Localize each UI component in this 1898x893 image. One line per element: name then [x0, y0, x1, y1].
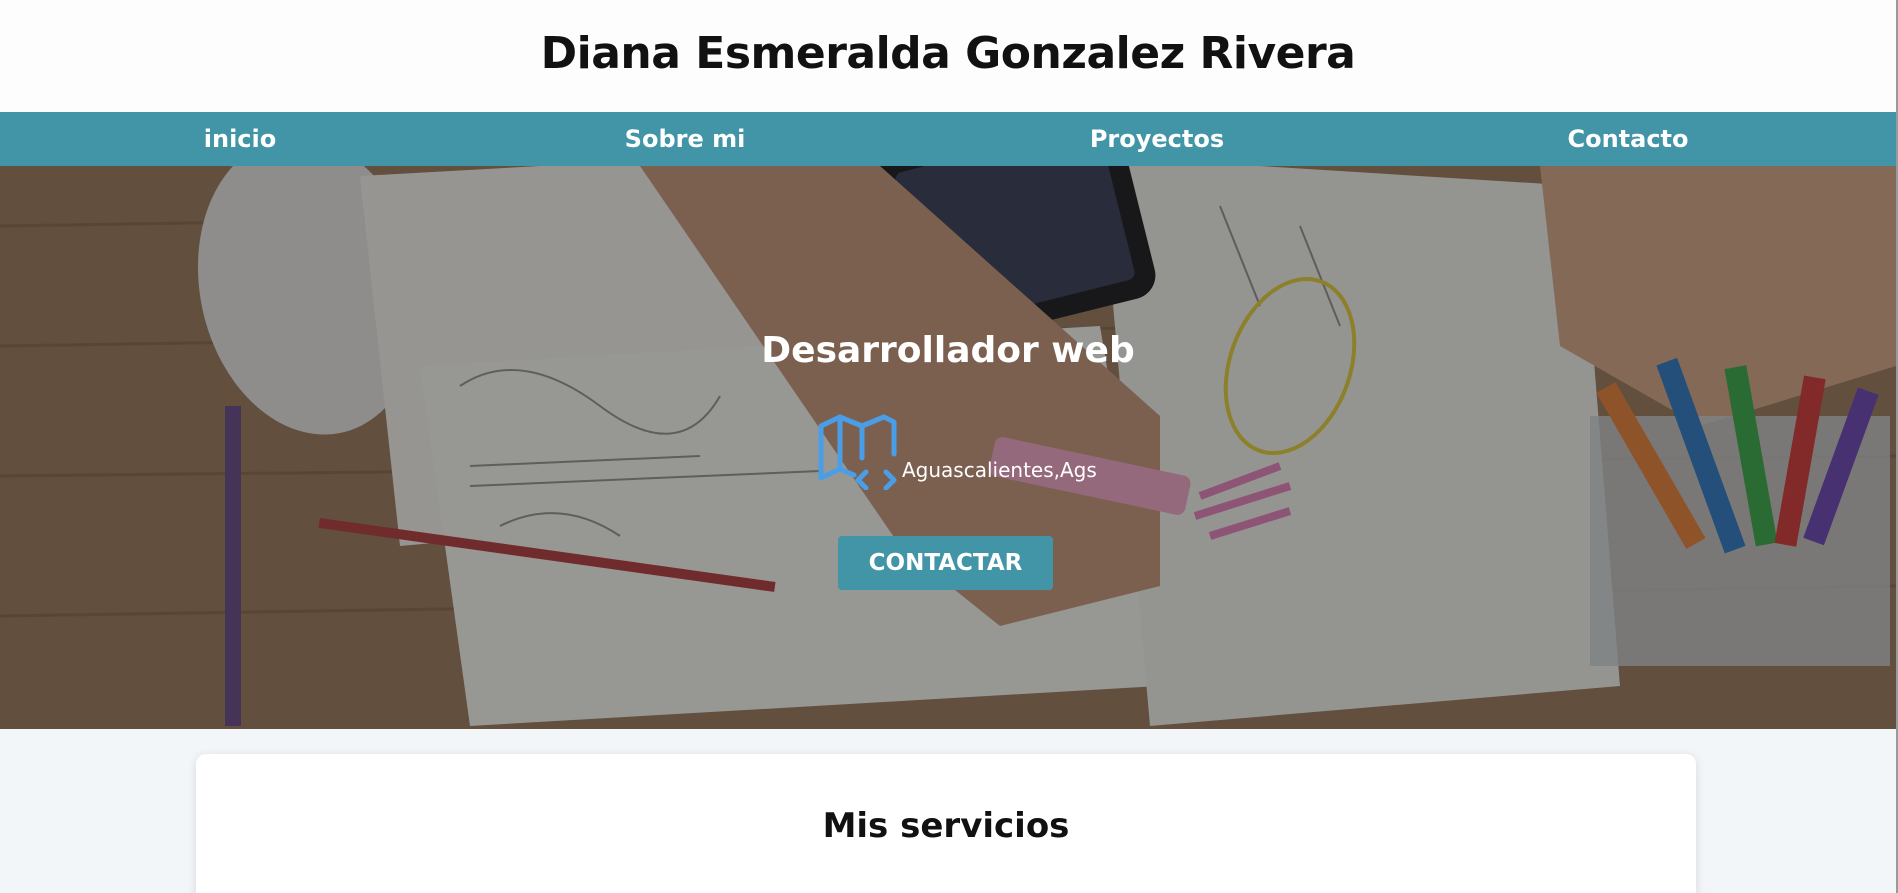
- nav-item-proyectos[interactable]: Proyectos: [1090, 112, 1224, 166]
- hero-heading: Desarrollador web: [761, 330, 1135, 371]
- site-title: Diana Esmeralda Gonzalez Rivera: [540, 27, 1356, 79]
- hero-section: Desarrollador web Aguascalientes,Ags CON…: [0, 166, 1896, 729]
- location: Aguascalientes,Ags: [818, 414, 1097, 490]
- page: Diana Esmeralda Gonzalez Rivera inicio S…: [0, 0, 1898, 893]
- hero-content: Desarrollador web Aguascalientes,Ags CON…: [0, 166, 1896, 729]
- nav-item-contacto[interactable]: Contacto: [1567, 112, 1688, 166]
- location-text: Aguascalientes,Ags: [902, 458, 1097, 482]
- nav-item-sobre-mi[interactable]: Sobre mi: [625, 112, 746, 166]
- map-code-icon: [818, 414, 897, 490]
- nav-item-inicio[interactable]: inicio: [204, 112, 276, 166]
- main-nav: inicio Sobre mi Proyectos Contacto: [0, 112, 1896, 166]
- services-card: Mis servicios: [196, 754, 1696, 893]
- services-title: Mis servicios: [822, 806, 1070, 846]
- site-header: Diana Esmeralda Gonzalez Rivera: [0, 0, 1896, 112]
- contactar-button[interactable]: CONTACTAR: [838, 536, 1053, 590]
